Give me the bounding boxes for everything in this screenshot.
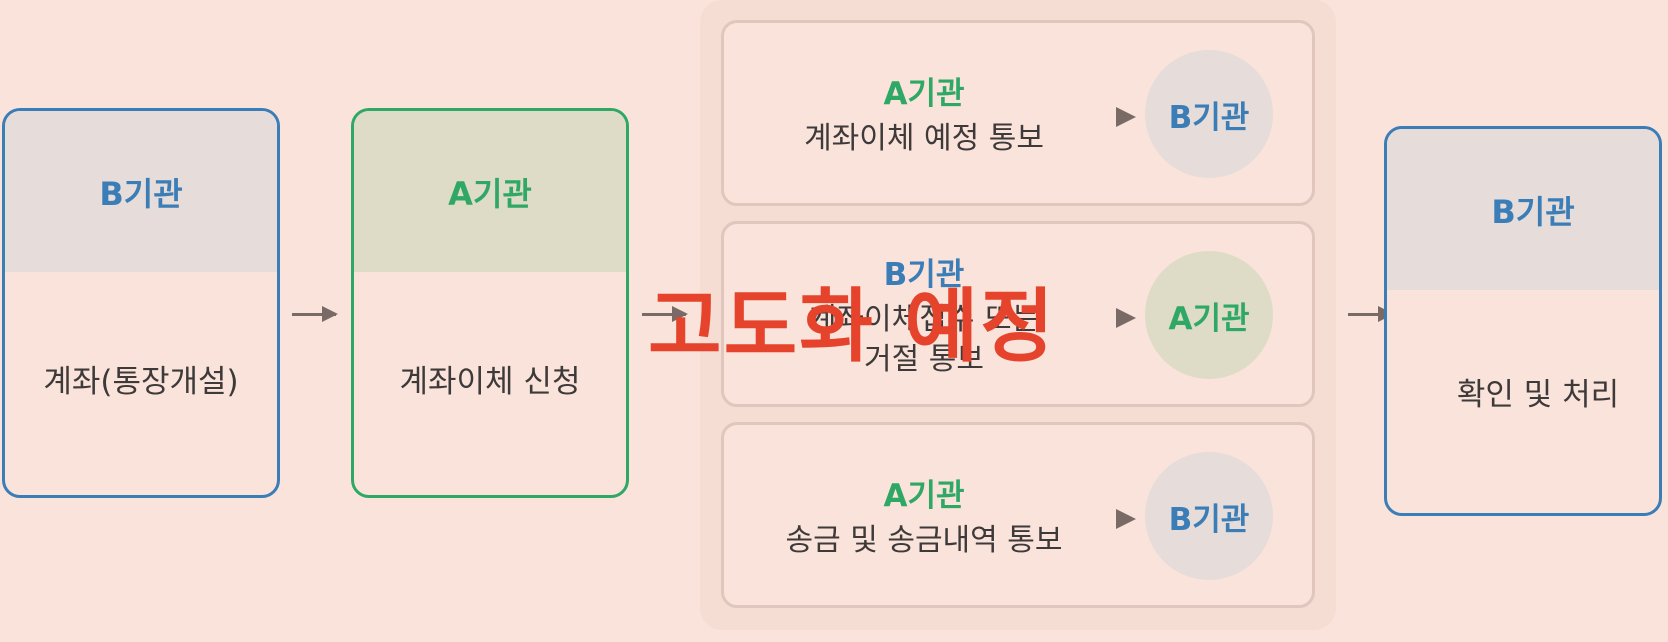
arrow-right-icon — [1116, 509, 1136, 529]
exchange-description: 계좌이체 예정 통보 — [804, 120, 1044, 156]
exchange-row: A기관 송금 및 송금내역 통보 B기관 — [721, 422, 1315, 608]
step-card-text: 확인 및 처리 — [1456, 377, 1620, 413]
step-card-org: B기관 — [1387, 129, 1659, 290]
step-card-account-opening: B기관 계좌(통장개설) — [2, 108, 280, 498]
arrow-right-icon — [1116, 308, 1136, 328]
exchange-description: 송금 및 송금내역 통보 — [785, 522, 1063, 558]
exchange-receiver: A기관 — [1145, 251, 1273, 379]
step-card-text: 계좌이체 신청 — [399, 364, 581, 400]
exchange-receiver: B기관 — [1145, 452, 1273, 580]
exchange-sender: A기관 — [883, 477, 965, 514]
watermark-text: 고도화 예정 — [648, 280, 1056, 373]
exchange-sender: A기관 — [883, 75, 965, 112]
exchange-row: A기관 계좌이체 예정 통보 B기관 — [721, 20, 1315, 206]
arrow-right-icon — [1116, 107, 1136, 127]
step-card-org: A기관 — [354, 111, 626, 272]
step-card-confirm: B기관 확인 및 처리 — [1384, 126, 1662, 516]
exchange-receiver: B기관 — [1145, 50, 1273, 178]
step-card-transfer-request: A기관 계좌이체 신청 — [351, 108, 629, 498]
step-card-text: 계좌(통장개설) — [43, 364, 239, 400]
step-card-org: B기관 — [5, 111, 277, 272]
flow-arrow — [292, 306, 338, 322]
